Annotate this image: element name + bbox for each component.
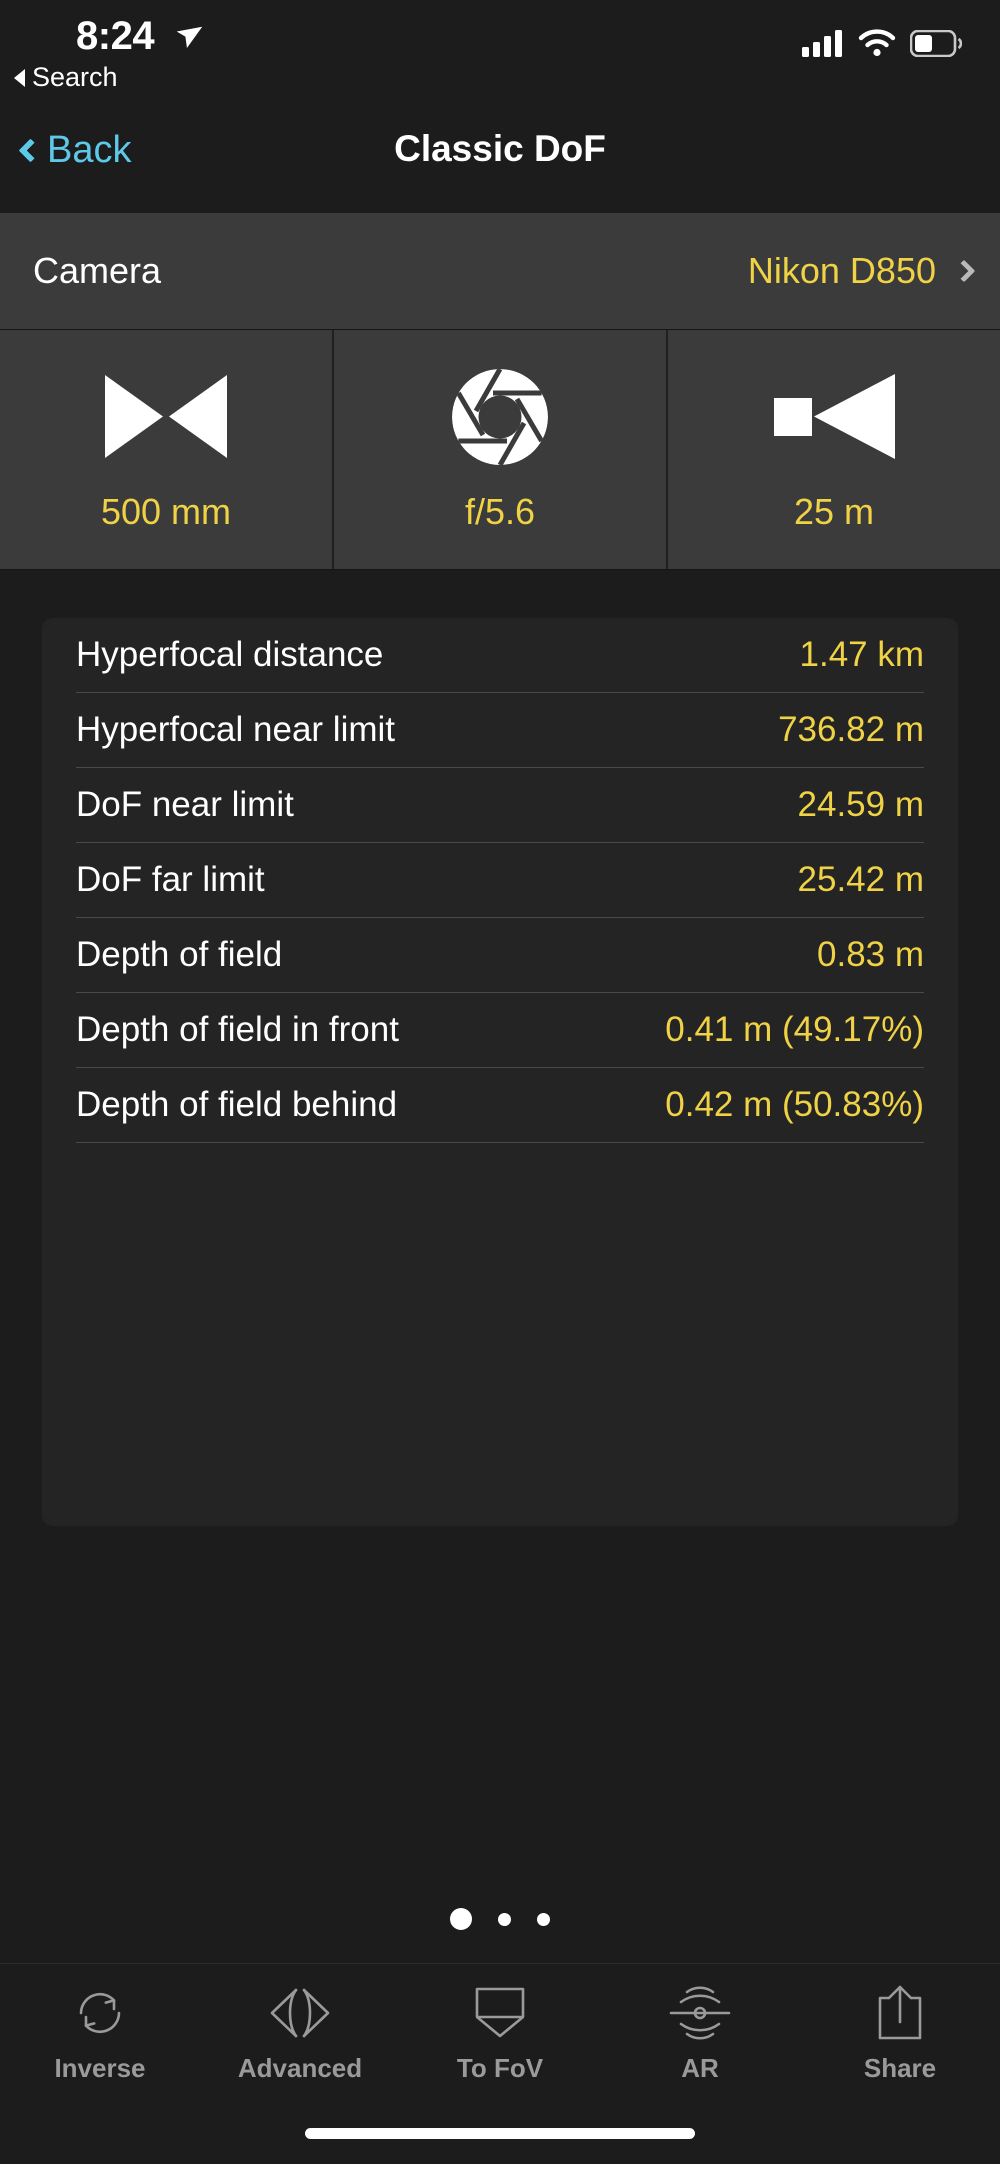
tab-label: To FoV	[456, 2053, 544, 2083]
share-upload-icon	[872, 1981, 928, 2045]
wifi-icon	[858, 29, 896, 57]
inverse-refresh-icon	[69, 1981, 131, 2045]
aperture-iris-icon	[450, 367, 550, 467]
result-label: Depth of field	[76, 935, 283, 974]
parameter-row: 500 mm f/5.6 25 m	[0, 330, 1000, 570]
table-row: DoF far limit 25.42 m	[76, 843, 924, 918]
chevron-right-icon	[952, 259, 976, 283]
table-row: DoF near limit 24.59 m	[76, 768, 924, 843]
home-indicator[interactable]	[305, 2128, 695, 2139]
result-value: 0.42 m (50.83%)	[665, 1085, 924, 1124]
advanced-arrows-icon	[260, 1981, 340, 2045]
aperture-cell[interactable]: f/5.6	[332, 330, 666, 569]
table-row: Depth of field 0.83 m	[76, 918, 924, 993]
tab-bar: Inverse Advanced To FoV AR Share	[0, 1963, 1000, 2100]
tab-ar[interactable]: AR	[600, 1964, 800, 2100]
table-row: Depth of field in front 0.41 m (49.17%)	[76, 993, 924, 1068]
result-label: Depth of field in front	[76, 1010, 399, 1049]
camera-value: Nikon D850	[747, 250, 936, 291]
page-dot-2[interactable]	[498, 1912, 511, 1926]
status-bar: 8:24 Search	[0, 0, 1000, 100]
triangle-left-icon	[14, 68, 25, 87]
return-to-search-label: Search	[32, 62, 118, 92]
result-value: 24.59 m	[797, 785, 924, 824]
location-arrow-icon	[172, 20, 204, 57]
subject-distance-cell[interactable]: 25 m	[666, 330, 1000, 569]
result-value: 0.41 m (49.17%)	[665, 1010, 924, 1049]
cellular-signal-icon	[802, 30, 842, 57]
ar-waves-icon	[667, 1981, 733, 2045]
return-to-search-link[interactable]: Search	[14, 62, 118, 93]
result-label: DoF far limit	[76, 860, 265, 899]
result-label: Hyperfocal near limit	[76, 710, 395, 749]
subject-distance-value: 25 m	[793, 490, 875, 532]
tab-label: Advanced	[237, 2053, 363, 2083]
camera-label: Camera	[33, 250, 162, 291]
battery-icon	[910, 29, 962, 57]
subject-distance-icon	[772, 367, 897, 467]
status-bar-time: 8:24	[76, 14, 155, 58]
page-dot-3[interactable]	[537, 1912, 550, 1926]
tab-label: AR	[681, 2053, 719, 2083]
camera-value-group: Nikon D850	[747, 250, 976, 292]
status-bar-indicators	[802, 28, 962, 58]
result-value: 1.47 km	[799, 635, 925, 674]
focal-length-value: 500 mm	[100, 490, 232, 532]
focal-length-icon	[101, 367, 231, 467]
tab-inverse[interactable]: Inverse	[0, 1964, 200, 2100]
aperture-value: f/5.6	[464, 490, 536, 532]
results-card: Hyperfocal distance 1.47 km Hyperfocal n…	[42, 618, 958, 1526]
page-title: Classic DoF	[394, 128, 606, 169]
result-value: 736.82 m	[778, 710, 924, 749]
tab-share[interactable]: Share	[800, 1964, 1000, 2100]
focal-length-cell[interactable]: 500 mm	[0, 330, 332, 569]
result-value: 25.42 m	[797, 860, 924, 899]
result-label: Hyperfocal distance	[76, 635, 384, 674]
result-label: Depth of field behind	[76, 1085, 398, 1124]
tab-advanced[interactable]: Advanced	[200, 1964, 400, 2100]
tab-label: Share	[863, 2053, 937, 2083]
page-dot-1[interactable]	[450, 1908, 472, 1930]
results-section: Hyperfocal distance 1.47 km Hyperfocal n…	[0, 570, 1000, 1526]
navigation-bar: Back Classic DoF	[0, 100, 1000, 213]
page-indicator[interactable]	[0, 1908, 1000, 1930]
result-label: DoF near limit	[76, 785, 294, 824]
to-fov-frame-icon	[469, 1981, 531, 2045]
camera-selector-row[interactable]: Camera Nikon D850	[0, 213, 1000, 330]
tab-to-fov[interactable]: To FoV	[400, 1964, 600, 2100]
table-row: Hyperfocal distance 1.47 km	[76, 618, 924, 693]
result-value: 0.83 m	[817, 935, 924, 974]
table-row: Depth of field behind 0.42 m (50.83%)	[76, 1068, 924, 1143]
table-row: Hyperfocal near limit 736.82 m	[76, 693, 924, 768]
tab-label: Inverse	[54, 2053, 146, 2083]
